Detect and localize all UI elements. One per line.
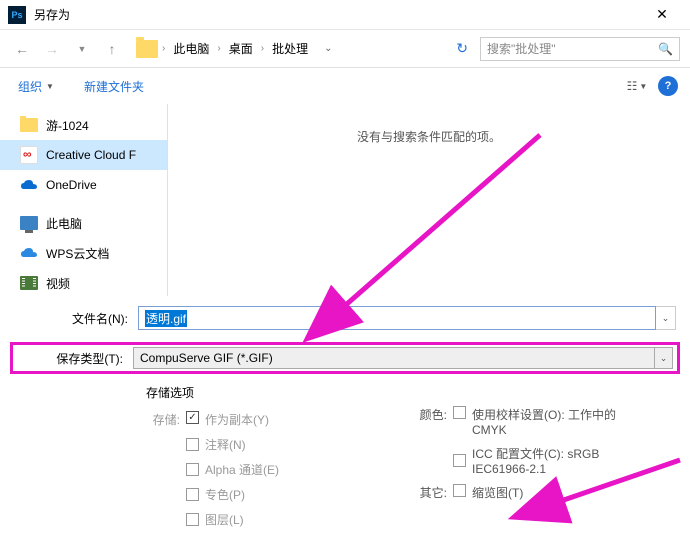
- filetype-select[interactable]: CompuServe GIF (*.GIF): [133, 347, 655, 369]
- onedrive-icon: [20, 179, 38, 191]
- breadcrumb-item[interactable]: 桌面: [225, 38, 257, 59]
- tree-label: OneDrive: [46, 178, 97, 192]
- search-icon: 🔍: [658, 42, 673, 56]
- navigation-bar: ← → ▼ ↑ › 此电脑 › 桌面 › 批处理 ⌄ ↻ 搜索"批处理" 🔍: [0, 30, 690, 68]
- layers-checkbox[interactable]: [186, 513, 199, 526]
- tree-label: WPS云文档: [46, 245, 109, 262]
- layers-label: 图层(L): [205, 511, 244, 528]
- chevron-right-icon: ›: [261, 43, 264, 54]
- breadcrumb-item[interactable]: 此电脑: [169, 38, 213, 59]
- filename-input[interactable]: 透明.gif: [138, 306, 656, 330]
- spot-label: 专色(P): [205, 486, 245, 503]
- empty-message: 没有与搜索条件匹配的项。: [357, 128, 501, 145]
- other-label: 其它:: [411, 484, 453, 501]
- filename-row: 文件名(N): 透明.gif ⌄: [14, 306, 676, 330]
- alpha-label: Alpha 通道(E): [205, 461, 279, 478]
- sidebar: 游-1024 Creative Cloud F OneDrive 此电脑 WPS…: [0, 104, 168, 296]
- refresh-button[interactable]: ↻: [450, 40, 474, 57]
- chevron-down-icon: ▼: [46, 82, 54, 91]
- save-options: 存储选项 存储: 作为副本(Y) 注释(N) Alpha 通道(E) 专色(P)…: [14, 384, 676, 536]
- back-button[interactable]: ←: [10, 37, 34, 61]
- color-label: 颜色:: [411, 406, 453, 437]
- save-label: 存储:: [146, 411, 186, 428]
- tree-item[interactable]: Creative Cloud F: [0, 140, 167, 170]
- search-placeholder: 搜索"批处理": [487, 40, 658, 57]
- proof-label: 使用校样设置(O): 工作中的 CMYK: [472, 406, 642, 437]
- notes-label: 注释(N): [205, 436, 246, 453]
- folder-icon: [20, 118, 38, 132]
- tree-label: Creative Cloud F: [46, 148, 136, 162]
- creative-cloud-icon: [20, 146, 38, 164]
- titlebar: Ps 另存为 ✕: [0, 0, 690, 30]
- video-icon: [20, 276, 38, 290]
- tree-item[interactable]: 游-1024: [0, 110, 167, 140]
- tree-item[interactable]: 视频: [0, 268, 167, 296]
- thumb-label: 缩览图(T): [472, 484, 523, 501]
- tree-item[interactable]: WPS云文档: [0, 238, 167, 268]
- organize-button[interactable]: 组织▼: [12, 74, 60, 99]
- up-button[interactable]: ↑: [100, 37, 124, 61]
- help-button[interactable]: ?: [658, 76, 678, 96]
- forward-button[interactable]: →: [40, 37, 64, 61]
- bottom-panel: 文件名(N): 透明.gif ⌄ 保存类型(T): CompuServe GIF…: [0, 296, 690, 536]
- toolbar: 组织▼ 新建文件夹 ☷▼ ?: [0, 68, 690, 104]
- new-folder-button[interactable]: 新建文件夹: [78, 74, 150, 99]
- tree-label: 视频: [46, 275, 70, 292]
- folder-icon: [136, 40, 158, 58]
- thumb-checkbox[interactable]: [453, 484, 466, 497]
- pc-icon: [20, 216, 38, 230]
- window-title: 另存为: [34, 6, 642, 23]
- icc-label: ICC 配置文件(C): sRGB IEC61966-2.1: [472, 445, 642, 476]
- spot-checkbox[interactable]: [186, 488, 199, 501]
- filename-label: 文件名(N):: [14, 310, 138, 327]
- chevron-right-icon: ›: [162, 43, 165, 54]
- alpha-checkbox[interactable]: [186, 463, 199, 476]
- breadcrumb-item[interactable]: 批处理: [268, 38, 312, 59]
- search-input[interactable]: 搜索"批处理" 🔍: [480, 37, 680, 61]
- address-dropdown[interactable]: ⌄: [324, 43, 332, 54]
- tree-label: 此电脑: [46, 215, 82, 232]
- main-area: 游-1024 Creative Cloud F OneDrive 此电脑 WPS…: [0, 104, 690, 296]
- filetype-label: 保存类型(T):: [17, 350, 133, 367]
- notes-checkbox[interactable]: [186, 438, 199, 451]
- icc-checkbox[interactable]: [453, 454, 466, 467]
- proof-checkbox[interactable]: [453, 406, 466, 419]
- chevron-right-icon: ›: [217, 43, 220, 54]
- recent-dropdown[interactable]: ▼: [70, 37, 94, 61]
- copy-label: 作为副本(Y): [205, 411, 269, 428]
- tree-item[interactable]: 此电脑: [0, 208, 167, 238]
- tree-label: 游-1024: [46, 117, 89, 134]
- address-bar[interactable]: › 此电脑 › 桌面 › 批处理 ⌄: [130, 38, 444, 59]
- options-title: 存储选项: [146, 384, 411, 401]
- tree-item[interactable]: OneDrive: [0, 170, 167, 200]
- photoshop-icon: Ps: [8, 6, 26, 24]
- filetype-dropdown[interactable]: ⌄: [655, 347, 673, 369]
- filename-dropdown[interactable]: ⌄: [656, 306, 676, 330]
- filetype-highlight: 保存类型(T): CompuServe GIF (*.GIF) ⌄: [10, 342, 680, 374]
- file-list: 没有与搜索条件匹配的项。: [168, 104, 690, 296]
- close-button[interactable]: ✕: [642, 2, 682, 28]
- copy-checkbox[interactable]: [186, 411, 199, 424]
- wps-cloud-icon: [20, 247, 38, 259]
- view-options-button[interactable]: ☷▼: [624, 75, 650, 97]
